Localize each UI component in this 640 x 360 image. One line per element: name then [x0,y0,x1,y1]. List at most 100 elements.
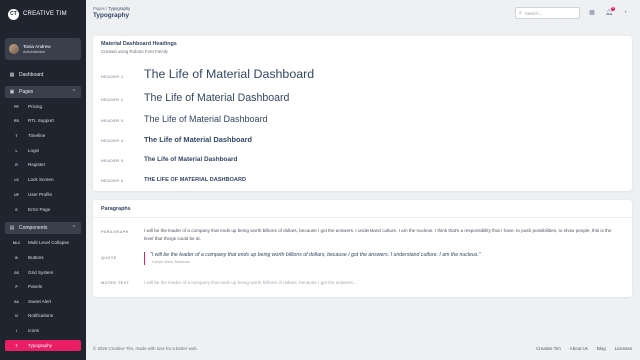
sidebar-item-abbr: E [15,207,18,212]
footer-link-about-us[interactable]: About Us [570,346,588,351]
paragraphs-card: Paragraphs PARAGRAPH I will be the leade… [93,200,632,297]
breadcrumb-root[interactable]: Pages [93,6,105,11]
header-3-sample: The Life of Material Dashboard [144,114,268,124]
grid-view-icon[interactable]: ▦ [587,8,597,18]
header-6-label: HEADER 6 [101,179,124,183]
sidebar-item-label: Buttons [28,255,44,260]
image-icon: ▣ [9,89,15,95]
brand[interactable]: CT CREATIVE TIM [8,8,67,20]
user-icon[interactable]: ◔ [620,8,630,18]
sidebar-item-label: Multi Level Collapse [28,240,70,245]
sidebar-group-pages[interactable]: ▣ Pages ⌃ [5,86,81,98]
user-card[interactable]: Tania Andrew Administrator [5,38,81,60]
headings-card: Material Dashboard Headings Created usin… [93,36,632,191]
avatar [9,44,19,54]
sidebar-item-dashboard[interactable]: ▦ Dashboard [5,69,81,81]
search-input[interactable] [524,10,575,16]
sidebar-item-label: Icons [28,328,39,333]
card-subtitle: Created using Roboto Font Family [101,49,168,54]
sidebar-item-abbr: N [15,313,18,318]
sidebar-item-abbr: RS [14,118,19,123]
notification-badge: 5 [611,7,615,11]
sidebar-item-abbr: T [15,343,18,348]
sidebar-item-label: Panels [28,284,43,289]
sidebar-item-label: Notifications [28,313,54,318]
sidebar-item-buttons[interactable]: B Buttons [5,252,81,263]
sidebar-group-components[interactable]: ▤ Components ⌃ [5,222,81,234]
notifications-icon[interactable]: 🔔︎ 5 [604,7,615,18]
muted-text-sample: I will be the leader of a company that e… [144,280,357,285]
quote-text: "I will be the leader of a company that … [150,252,481,258]
footer-link-blog[interactable]: Blog [597,346,606,351]
sidebar-item-label: Register [28,162,46,167]
sidebar-item-label: Timeline [28,133,46,138]
quote-label: QUOTE [101,256,117,260]
footer-link-creative-tim[interactable]: Creative Tim [536,346,561,351]
user-name: Tania Andrew [23,43,51,49]
header-3-label: HEADER 3 [101,119,124,123]
sidebar-item-abbr: I [16,328,17,333]
muted-text-label: MUTED TEXT [101,281,130,285]
sidebar-item-error-page[interactable]: E Error Page [5,204,81,215]
sidebar-item-label: Components [19,225,48,231]
sidebar-item-login[interactable]: L Login [5,145,81,156]
sidebar-item-multi-level-collapse[interactable]: MLC Multi Level Collapse [5,237,81,248]
dashboard-icon: ▦ [9,72,15,78]
sidebar-item-abbr: T [15,133,18,138]
header-4-label: HEADER 4 [101,139,124,143]
sidebar-item-label: Dashboard [19,72,44,78]
sidebar-item-grid-system[interactable]: GS Grid System [5,267,81,278]
header-1-label: HEADER 1 [101,75,124,79]
sidebar-item-label: Sweet Alert [28,299,52,304]
user-role: Administrator [23,49,46,54]
chevron-up-icon: ⌃ [71,89,76,95]
brand-logo: CT [8,8,19,20]
brand-name: CREATIVE TIM [23,11,67,17]
header-2-label: HEADER 2 [101,98,124,102]
sidebar-item-abbr: PP [14,104,19,109]
card-title: Material Dashboard Headings [101,41,177,47]
sidebar-item-panels[interactable]: P Panels [5,281,81,292]
header-5-label: HEADER 5 [101,159,124,163]
sidebar-item-abbr: GS [14,270,19,275]
sidebar-item-label: Error Page [28,207,51,212]
sidebar-item-timeline[interactable]: T Timeline [5,130,81,141]
footer-links: Creative Tim About Us Blog Licenses [536,346,632,351]
sidebar-item-rtl-support[interactable]: RS RTL Support [5,115,81,126]
header-2-sample: The Life of Material Dashboard [144,92,290,104]
search-box[interactable]: ⌕ [515,7,580,19]
header-4-sample: The Life of Material Dashboard [144,135,253,144]
sidebar-item-abbr: L [15,148,18,153]
sidebar-item-label: Login [28,148,40,153]
sidebar-item-label: Lock Screen [28,177,54,182]
page-title: Typography [93,12,130,19]
sidebar-item-label: RTL Support [28,118,54,123]
sidebar-item-abbr: LS [14,177,19,182]
footer-copyright: © 2026 Creative Tim, made with love for … [93,346,198,351]
sidebar-item-user-profile[interactable]: UP User Profile [5,189,81,200]
paragraph-label: PARAGRAPH [101,230,129,234]
header-1-sample: The Life of Material Dashboard [144,67,315,81]
divider [93,217,632,218]
chevron-up-icon: ⌃ [71,225,76,231]
sidebar-item-label: User Profile [28,192,52,197]
sidebar-item-pricing[interactable]: PP Pricing [5,101,81,112]
footer-link-licenses[interactable]: Licenses [615,346,632,351]
breadcrumb: Pages / Typography [93,6,130,11]
sidebar-item-abbr: UP [14,192,19,197]
sidebar-item-label: Pages [19,89,34,95]
sidebar-item-icons[interactable]: I Icons [5,325,81,336]
search-icon: ⌕ [519,10,522,16]
sidebar-item-sweet-alert[interactable]: SA Sweet Alert [5,296,81,307]
sidebar-item-typography[interactable]: T Typography [5,340,81,351]
breadcrumb-current: Typography [108,6,131,11]
sidebar-item-notifications[interactable]: N Notifications [5,310,81,321]
sidebar-item-register[interactable]: R Register [5,159,81,170]
card-title: Paragraphs [101,206,131,212]
sidebar-item-abbr: MLC [12,240,21,245]
header-6-sample: THE LIFE OF MATERIAL DASHBOARD [144,177,247,183]
blockquote: "I will be the leader of a company that … [144,252,481,265]
sidebar-item-label: Typography [28,343,53,348]
header-5-sample: The Life of Material Dashboard [144,156,238,163]
sidebar-item-lock-screen[interactable]: LS Lock Screen [5,174,81,185]
